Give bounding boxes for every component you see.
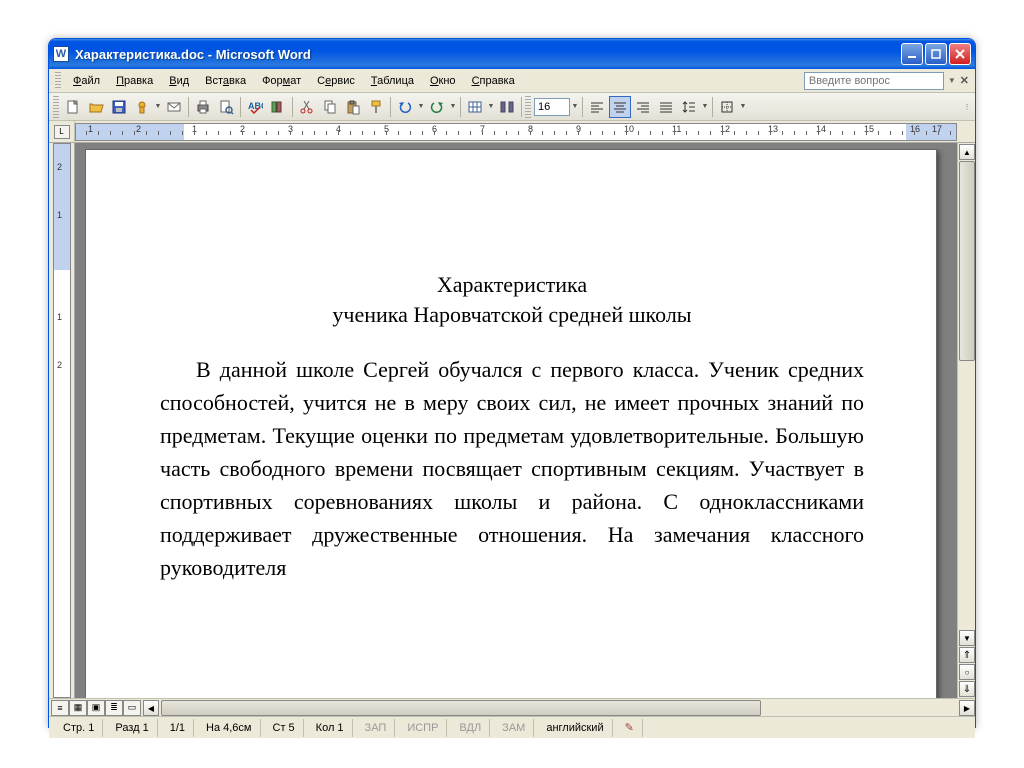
format-painter-button[interactable] bbox=[365, 96, 387, 118]
borders-button[interactable] bbox=[716, 96, 738, 118]
menu-tools[interactable]: Сервис bbox=[309, 72, 363, 90]
word-window: W Характеристика.doc - Microsoft Word Фа… bbox=[48, 38, 976, 728]
redo-dropdown[interactable]: ▼ bbox=[449, 103, 457, 110]
toolbar-grip-2[interactable] bbox=[525, 96, 531, 118]
menu-edit[interactable]: Правка bbox=[108, 72, 161, 90]
status-at: На 4,6см bbox=[198, 719, 260, 737]
tab-type-button[interactable]: L bbox=[54, 125, 70, 139]
minimize-button[interactable] bbox=[901, 43, 923, 65]
line-spacing-button[interactable] bbox=[678, 96, 700, 118]
cut-button[interactable] bbox=[296, 96, 318, 118]
scroll-right-button[interactable]: ▶ bbox=[959, 700, 975, 716]
status-trk[interactable]: ИСПР bbox=[399, 719, 447, 737]
statusbar: Стр. 1 Разд 1 1/1 На 4,6см Ст 5 Кол 1 ЗА… bbox=[49, 716, 975, 738]
print-preview-button[interactable] bbox=[215, 96, 237, 118]
status-language[interactable]: английский bbox=[538, 719, 612, 737]
menubar: Файл Правка Вид Вставка Формат Сервис Та… bbox=[49, 69, 975, 93]
status-ext[interactable]: ВДЛ bbox=[451, 719, 490, 737]
toolbar: ▼ ABC ▼ ▼ ▼ ▼ ▼ ▼ ⋮ bbox=[49, 93, 975, 121]
insert-table-button[interactable] bbox=[464, 96, 486, 118]
align-justify-button[interactable] bbox=[655, 96, 677, 118]
status-ovr[interactable]: ЗАМ bbox=[494, 719, 534, 737]
spellcheck-button[interactable]: ABC bbox=[244, 96, 266, 118]
horizontal-scrollbar[interactable]: ◀ ▶ bbox=[143, 699, 975, 716]
redo-button[interactable] bbox=[426, 96, 448, 118]
font-size-dropdown[interactable]: ▼ bbox=[571, 103, 579, 110]
toolbar-grip[interactable] bbox=[53, 96, 59, 118]
font-size-input[interactable] bbox=[534, 98, 570, 116]
permission-button[interactable] bbox=[131, 96, 153, 118]
hscroll-thumb[interactable] bbox=[161, 700, 761, 716]
status-section: Разд 1 bbox=[107, 719, 157, 737]
menu-insert[interactable]: Вставка bbox=[197, 72, 254, 90]
view-reading-button[interactable]: ▭ bbox=[123, 700, 141, 716]
horizontal-ruler[interactable]: 121234567891011121314151617 bbox=[75, 123, 957, 141]
menu-file[interactable]: Файл bbox=[65, 72, 108, 90]
status-rec[interactable]: ЗАП bbox=[357, 719, 396, 737]
document-body: В данной школе Сергей обучался с первого… bbox=[160, 353, 864, 584]
scroll-left-button[interactable]: ◀ bbox=[143, 700, 159, 716]
document-title: Характеристика ученика Наровчатской сред… bbox=[160, 270, 864, 329]
word-app-icon: W bbox=[53, 46, 69, 62]
svg-text:ABC: ABC bbox=[248, 101, 263, 111]
close-doc-icon[interactable]: ✕ bbox=[960, 74, 969, 87]
scroll-up-button[interactable]: ▲ bbox=[959, 144, 975, 160]
status-col: Кол 1 bbox=[308, 719, 353, 737]
paste-button[interactable] bbox=[342, 96, 364, 118]
hscroll-row: ≡ ▦ ▣ ≣ ▭ ◀ ▶ bbox=[49, 698, 975, 716]
view-normal-button[interactable]: ≡ bbox=[51, 700, 69, 716]
undo-dropdown[interactable]: ▼ bbox=[417, 103, 425, 110]
status-line: Ст 5 bbox=[265, 719, 304, 737]
menu-window[interactable]: Окно bbox=[422, 72, 464, 90]
print-button[interactable] bbox=[192, 96, 214, 118]
copy-button[interactable] bbox=[319, 96, 341, 118]
window-title: Характеристика.doc - Microsoft Word bbox=[75, 47, 901, 62]
scroll-down-button[interactable]: ▼ bbox=[959, 630, 975, 646]
close-button[interactable] bbox=[949, 43, 971, 65]
view-outline-button[interactable]: ≣ bbox=[105, 700, 123, 716]
menubar-grip[interactable] bbox=[55, 72, 61, 90]
borders-dropdown[interactable]: ▼ bbox=[739, 103, 747, 110]
prev-page-button[interactable]: ⇑ bbox=[959, 647, 975, 663]
document-page[interactable]: Характеристика ученика Наровчатской сред… bbox=[85, 149, 937, 698]
new-doc-button[interactable] bbox=[62, 96, 84, 118]
maximize-button[interactable] bbox=[925, 43, 947, 65]
save-button[interactable] bbox=[108, 96, 130, 118]
menu-help[interactable]: Справка bbox=[464, 72, 523, 90]
insert-table-dropdown[interactable]: ▼ bbox=[487, 103, 495, 110]
menu-format[interactable]: Формат bbox=[254, 72, 309, 90]
ruler-row: L 121234567891011121314151617 bbox=[49, 121, 975, 143]
vscroll-thumb[interactable] bbox=[959, 161, 975, 361]
columns-button[interactable] bbox=[496, 96, 518, 118]
next-page-button[interactable]: ⇓ bbox=[959, 681, 975, 697]
line-spacing-dropdown[interactable]: ▼ bbox=[701, 103, 709, 110]
align-left-button[interactable] bbox=[586, 96, 608, 118]
toolbar-overflow[interactable]: ⋮ bbox=[963, 103, 971, 111]
research-button[interactable] bbox=[267, 96, 289, 118]
titlebar: W Характеристика.doc - Microsoft Word bbox=[49, 39, 975, 69]
menu-table[interactable]: Таблица bbox=[363, 72, 422, 90]
align-center-button[interactable] bbox=[609, 96, 631, 118]
status-page: Стр. 1 bbox=[55, 719, 103, 737]
status-spellcheck-icon[interactable]: ✎ bbox=[617, 719, 643, 737]
menu-view[interactable]: Вид bbox=[161, 72, 197, 90]
help-search-input[interactable] bbox=[804, 72, 944, 90]
undo-button[interactable] bbox=[394, 96, 416, 118]
permission-dropdown[interactable]: ▼ bbox=[154, 103, 162, 110]
view-print-button[interactable]: ▣ bbox=[87, 700, 105, 716]
align-right-button[interactable] bbox=[632, 96, 654, 118]
vertical-ruler-container: 2 1 1 2 bbox=[49, 143, 75, 698]
mail-button[interactable] bbox=[163, 96, 185, 118]
open-button[interactable] bbox=[85, 96, 107, 118]
status-pages: 1/1 bbox=[162, 719, 194, 737]
document-area: 2 1 1 2 Характеристика ученика Наровчатс… bbox=[49, 143, 975, 698]
vertical-scrollbar[interactable]: ▲ ▼ ⇑ ○ ⇓ bbox=[957, 143, 975, 698]
view-web-button[interactable]: ▦ bbox=[69, 700, 87, 716]
vertical-ruler[interactable]: 2 1 1 2 bbox=[53, 143, 71, 698]
help-dropdown-icon[interactable]: ▼ bbox=[948, 76, 956, 85]
browse-object-button[interactable]: ○ bbox=[959, 664, 975, 680]
